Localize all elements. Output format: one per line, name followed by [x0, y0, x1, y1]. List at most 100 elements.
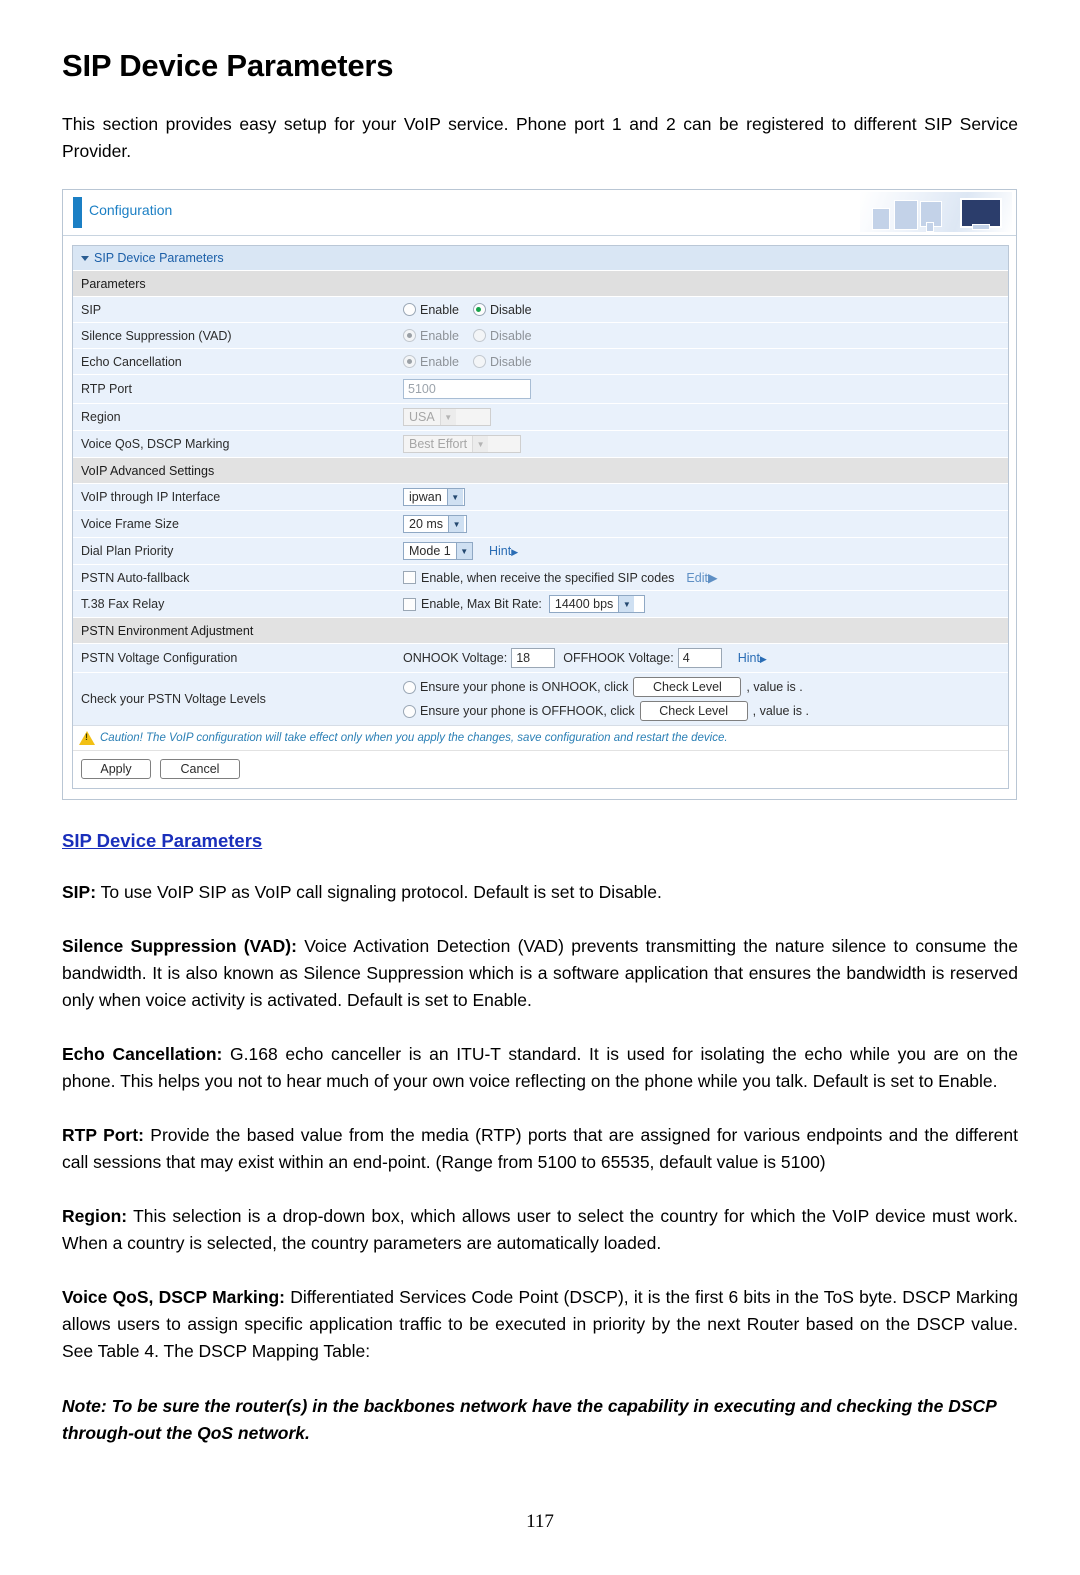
- row-pstn-voltage-controls: ONHOOK Voltage: 18 OFFHOOK Voltage: 4 Hi…: [403, 644, 1008, 672]
- warning-triangle-icon: [79, 731, 95, 745]
- paragraph-sip: SIP: To use VoIP SIP as VoIP call signal…: [62, 879, 1018, 906]
- fax-relay-checkbox[interactable]: [403, 597, 416, 611]
- row-echo-cancellation: Echo Cancellation Enable Disable: [73, 349, 1008, 375]
- echo-disable-radio[interactable]: [472, 355, 486, 368]
- row-region: Region USA ▼: [73, 404, 1008, 431]
- dial-plan-select-value: Mode 1: [409, 544, 451, 558]
- row-rtp-port: RTP Port 5100: [73, 375, 1008, 404]
- apply-button[interactable]: Apply: [81, 759, 151, 779]
- sip-disable-radio[interactable]: [472, 303, 486, 316]
- row-rtp-port-label: RTP Port: [81, 382, 132, 396]
- vad-disable-label: Disable: [489, 328, 532, 343]
- onhook-voltage-input[interactable]: 18: [511, 648, 556, 668]
- row-voice-frame-size: Voice Frame Size 20 ms ▼: [73, 511, 1008, 538]
- row-sip: SIP Enable Disable: [73, 297, 1008, 323]
- row-vad-controls: Enable Disable: [403, 325, 1008, 347]
- dscp-select[interactable]: Best Effort ▼: [403, 435, 521, 453]
- ui-body: SIP Device Parameters Parameters SIP Ena…: [63, 236, 1016, 799]
- row-echo-label: Echo Cancellation: [81, 354, 182, 369]
- row-silence-suppression: Silence Suppression (VAD) Enable Disable: [73, 323, 1008, 349]
- ip-interface-select[interactable]: ipwan ▼: [403, 488, 465, 506]
- fax-relay-bitrate-select[interactable]: 14400 bps ▼: [548, 595, 645, 613]
- row-sip-label: SIP: [81, 302, 102, 317]
- row-ip-interface: VoIP through IP Interface ipwan ▼: [73, 484, 1008, 511]
- pstn-fallback-checkbox[interactable]: [403, 571, 416, 584]
- echo-enable-radio[interactable]: [403, 355, 416, 368]
- chevron-down-icon[interactable]: [81, 255, 89, 261]
- paragraph-rtp-port: RTP Port: Provide the based value from t…: [62, 1122, 1018, 1176]
- paragraph-sip-lead: SIP:: [62, 882, 97, 902]
- chevron-down-icon: ▼: [472, 436, 489, 452]
- paragraph-rtp-text: Provide the based value from the media (…: [62, 1125, 1019, 1172]
- row-pstn-fallback-controls: Enable, when receive the specified SIP c…: [403, 566, 1008, 589]
- check-offhook-suffix: , value is .: [752, 704, 809, 718]
- region-select-value: USA: [409, 410, 435, 424]
- row-check-pstn-voltage-levels: Check your PSTN Voltage Levels Ensure yo…: [73, 673, 1008, 726]
- fax-relay-checkbox-label: Enable, Max Bit Rate:: [421, 597, 542, 611]
- vad-disable-radio[interactable]: [472, 329, 486, 342]
- row-region-controls: USA ▼: [403, 404, 1008, 430]
- dial-plan-select[interactable]: Mode 1 ▼: [403, 542, 473, 560]
- check-onhook-prefix: Ensure your phone is ONHOOK, click: [420, 680, 629, 694]
- check-onhook-line: Ensure your phone is ONHOOK, click Check…: [403, 677, 803, 697]
- paragraph-region-text: This selection is a drop-down box, which…: [62, 1206, 1018, 1253]
- vad-enable-radio[interactable]: [403, 329, 416, 342]
- panel-footer: Apply Cancel: [73, 751, 1008, 788]
- row-ip-interface-controls: ipwan ▼: [403, 484, 1008, 510]
- offhook-voltage-label: OFFHOOK Voltage:: [563, 651, 674, 665]
- row-echo-controls: Enable Disable: [403, 351, 1008, 373]
- page-number: 117: [526, 1511, 554, 1532]
- header-accent-bar: [73, 197, 82, 228]
- intro-paragraph: This section provides easy setup for you…: [62, 114, 1018, 161]
- row-sip-controls: Enable Disable: [403, 299, 1008, 321]
- check-offhook-prefix: Ensure your phone is OFFHOOK, click: [420, 704, 635, 718]
- row-pstn-auto-fallback: PSTN Auto-fallback Enable, when receive …: [73, 565, 1008, 591]
- check-level-onhook-button[interactable]: Check Level: [633, 677, 742, 697]
- row-dial-plan-priority: Dial Plan Priority Mode 1 ▼ Hint▶: [73, 538, 1008, 565]
- dial-plan-hint-link[interactable]: Hint▶: [489, 544, 518, 558]
- cancel-button[interactable]: Cancel: [160, 759, 240, 779]
- panel-title-label: SIP Device Parameters: [94, 251, 224, 265]
- document-page: SIP Device Parameters This section provi…: [0, 48, 1080, 1575]
- region-select[interactable]: USA ▼: [403, 408, 491, 426]
- paragraph-echo-lead: Echo Cancellation:: [62, 1044, 223, 1064]
- paragraph-region-lead: Region:: [62, 1206, 128, 1226]
- row-vad-label: Silence Suppression (VAD): [81, 328, 232, 343]
- chevron-down-icon: ▼: [448, 516, 465, 532]
- section-link-sip-device-parameters[interactable]: SIP Device Parameters: [62, 830, 1018, 852]
- check-level-offhook-button[interactable]: Check Level: [639, 701, 748, 721]
- sip-device-parameters-panel: SIP Device Parameters Parameters SIP Ena…: [72, 245, 1009, 789]
- fax-relay-bitrate-value: 14400 bps: [554, 597, 614, 611]
- row-dscp-controls: Best Effort ▼: [403, 431, 1008, 457]
- row-pstn-fallback-label: PSTN Auto-fallback: [81, 570, 190, 585]
- rtp-port-input[interactable]: 5100: [403, 379, 531, 399]
- pstn-voltage-hint-link[interactable]: Hint▶: [738, 651, 767, 665]
- onhook-voltage-label: ONHOOK Voltage:: [403, 651, 508, 665]
- paragraph-echo: Echo Cancellation: G.168 echo canceller …: [62, 1041, 1018, 1095]
- row-t38-fax-relay: T.38 Fax Relay Enable, Max Bit Rate: 144…: [73, 591, 1008, 618]
- pstn-fallback-checkbox-label: Enable, when receive the specified SIP c…: [421, 570, 675, 585]
- check-offhook-radio[interactable]: [403, 704, 416, 718]
- frame-size-select[interactable]: 20 ms ▼: [403, 515, 467, 533]
- row-fax-relay-label: T.38 Fax Relay: [81, 597, 165, 611]
- chevron-down-icon: ▼: [439, 409, 456, 425]
- row-check-levels-label: Check your PSTN Voltage Levels: [81, 692, 266, 706]
- section-pstn-label: PSTN Environment Adjustment: [81, 623, 254, 638]
- section-advanced-label: VoIP Advanced Settings: [81, 463, 215, 478]
- row-dscp-marking: Voice QoS, DSCP Marking Best Effort ▼: [73, 431, 1008, 458]
- dial-plan-hint-label: Hint: [489, 544, 512, 558]
- ui-header-bar: Configuration: [63, 190, 1016, 236]
- echo-disable-label: Disable: [489, 354, 532, 369]
- offhook-voltage-input[interactable]: 4: [677, 648, 722, 668]
- pstn-fallback-edit-link[interactable]: Edit▶: [686, 570, 717, 585]
- check-onhook-radio[interactable]: [403, 680, 416, 694]
- section-header-parameters: Parameters: [73, 271, 1008, 297]
- note-paragraph: Note: To be sure the router(s) in the ba…: [62, 1396, 997, 1443]
- panel-titlebar[interactable]: SIP Device Parameters: [73, 246, 1008, 271]
- sip-enable-radio[interactable]: [403, 303, 416, 316]
- section-parameters-label: Parameters: [81, 276, 146, 291]
- paragraph-dscp-lead: Voice QoS, DSCP Marking:: [62, 1287, 286, 1307]
- paragraph-dscp: Voice QoS, DSCP Marking: Differentiated …: [62, 1284, 1018, 1365]
- paragraph-region: Region: This selection is a drop-down bo…: [62, 1203, 1018, 1257]
- header-title: Configuration: [89, 202, 173, 218]
